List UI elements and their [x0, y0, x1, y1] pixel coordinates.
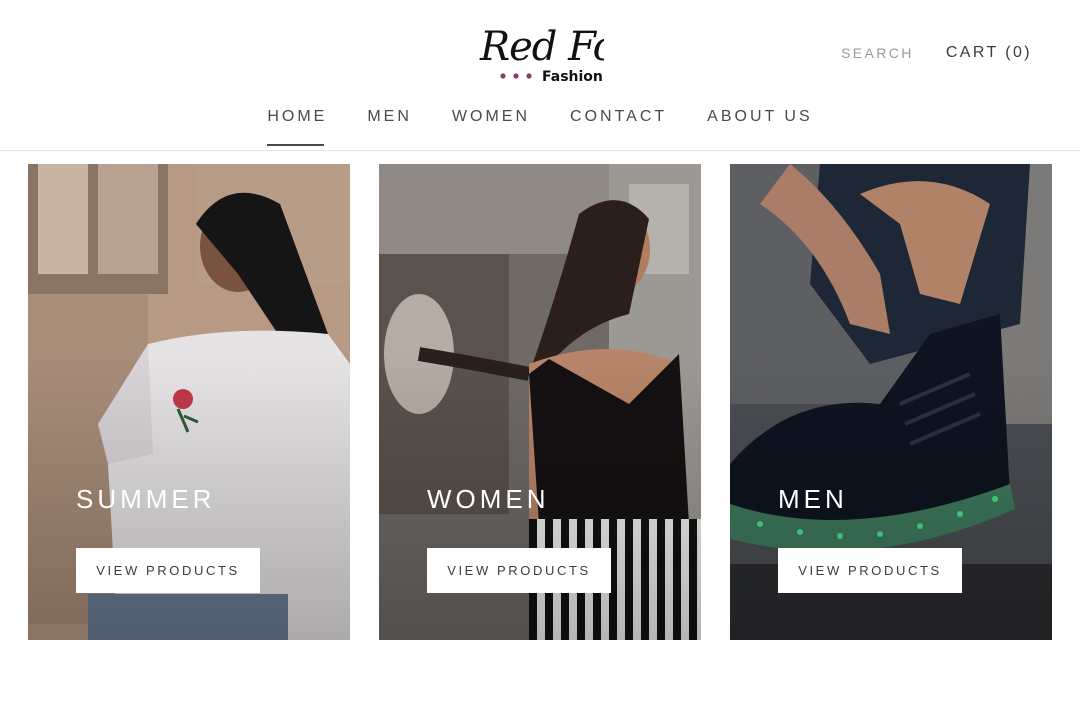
site-header: Red Fox Fashion SEARCH CART (0) HOME MEN…	[0, 0, 1080, 151]
nav-item-contact[interactable]: CONTACT	[570, 108, 667, 146]
nav-item-about-us[interactable]: ABOUT US	[707, 108, 813, 146]
brand-logo[interactable]: Red Fox Fashion	[478, 18, 604, 88]
header-actions: SEARCH CART (0)	[841, 44, 1032, 62]
logo-dot	[526, 73, 532, 79]
cart-link[interactable]: CART (0)	[946, 44, 1032, 62]
logo-script-text: Red Fox	[479, 24, 604, 70]
collection-grid: SUMMER VIEW PRODUCTS WOMEN VIEW PRODUCTS…	[28, 164, 1052, 640]
search-link[interactable]: SEARCH	[841, 45, 914, 61]
nav-item-men[interactable]: MEN	[367, 108, 412, 146]
view-products-button[interactable]: VIEW PRODUCTS	[76, 548, 260, 593]
collection-title: MEN	[778, 484, 848, 514]
red-fox-logo-icon: Red Fox Fashion	[479, 24, 604, 85]
collection-card-women[interactable]: WOMEN VIEW PRODUCTS	[379, 164, 701, 640]
collection-title: SUMMER	[76, 484, 216, 514]
nav-item-home[interactable]: HOME	[267, 108, 327, 146]
nav-item-women[interactable]: WOMEN	[452, 108, 530, 146]
view-products-button[interactable]: VIEW PRODUCTS	[427, 548, 611, 593]
collection-card-summer[interactable]: SUMMER VIEW PRODUCTS	[28, 164, 350, 640]
collection-title: WOMEN	[427, 484, 550, 514]
logo-sub-text: Fashion	[542, 69, 603, 85]
logo-dot	[500, 73, 506, 79]
collection-card-men[interactable]: MEN VIEW PRODUCTS	[730, 164, 1052, 640]
logo-dot	[513, 73, 519, 79]
view-products-button[interactable]: VIEW PRODUCTS	[778, 548, 962, 593]
main-navigation: HOME MEN WOMEN CONTACT ABOUT US	[0, 108, 1080, 146]
